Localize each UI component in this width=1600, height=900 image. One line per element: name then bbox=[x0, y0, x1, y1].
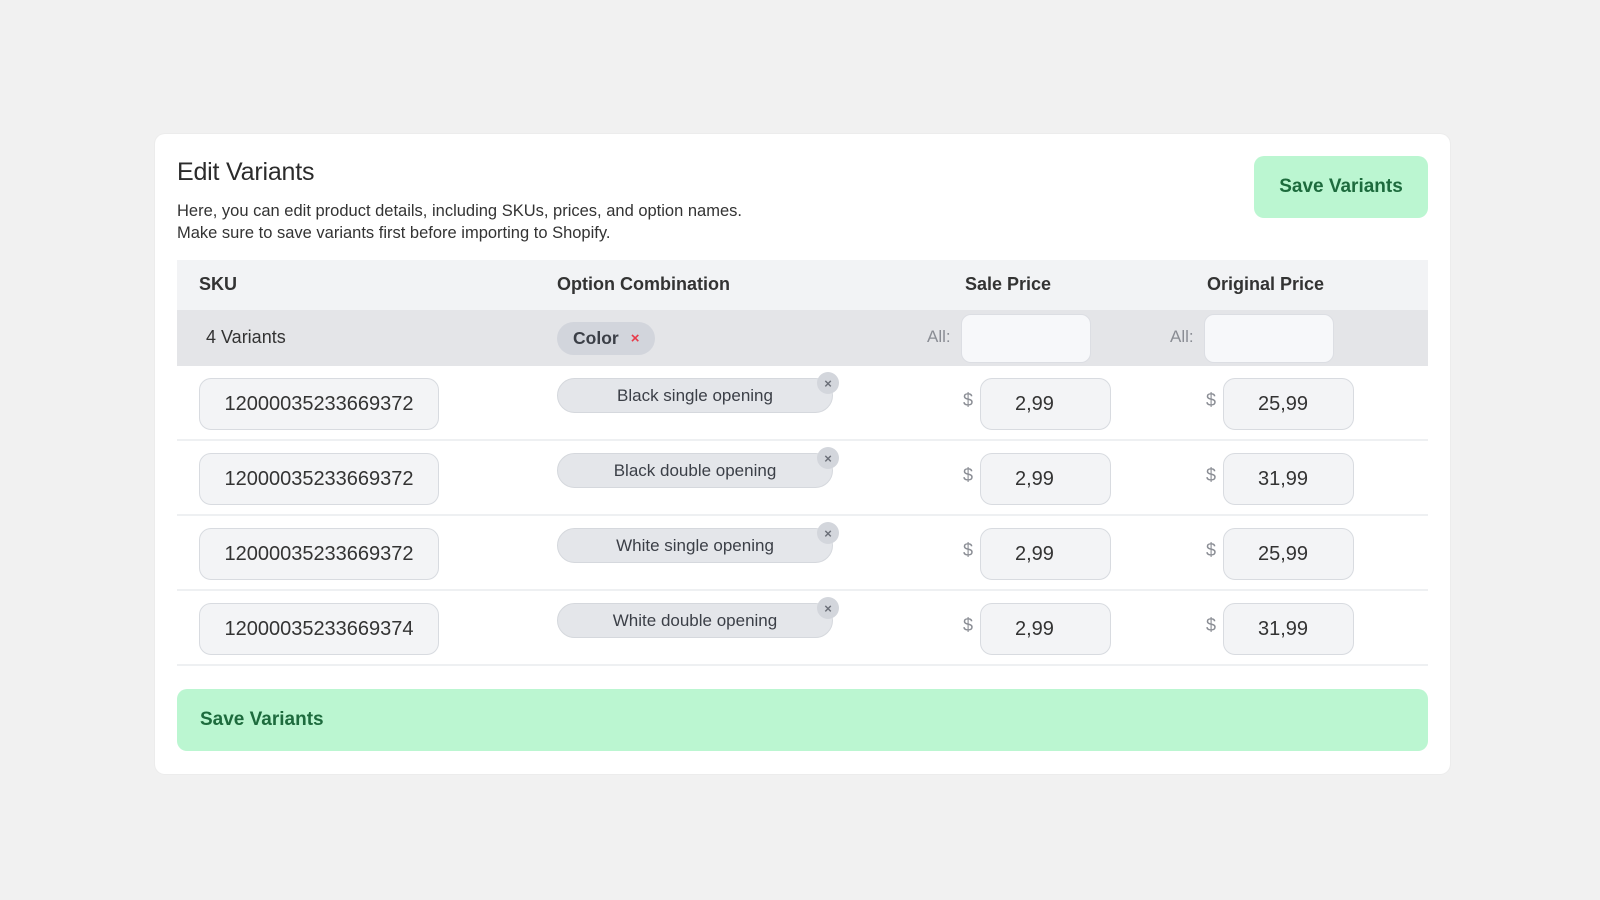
sale-price-all-input[interactable] bbox=[961, 314, 1091, 363]
dollar-icon: $ bbox=[963, 615, 974, 635]
option-chip-color: Color × bbox=[557, 322, 656, 355]
option-chip-label: Color bbox=[573, 328, 619, 348]
dollar-icon: $ bbox=[963, 390, 974, 410]
column-header-sale-price: Sale Price bbox=[965, 274, 1052, 294]
table-row: Black double opening × $ $ bbox=[177, 441, 1428, 516]
sale-price-input[interactable] bbox=[980, 603, 1111, 655]
variant-count: 4 Variants bbox=[206, 327, 286, 347]
sale-price-input[interactable] bbox=[980, 528, 1111, 580]
page-title: Edit Variants bbox=[177, 158, 315, 186]
card-header: Edit Variants Here, you can edit product… bbox=[177, 134, 1428, 260]
sku-input[interactable] bbox=[199, 453, 439, 505]
sale-price-input[interactable] bbox=[980, 453, 1111, 505]
dollar-icon: $ bbox=[1206, 540, 1217, 560]
page-description: Here, you can edit product details, incl… bbox=[177, 200, 742, 244]
variants-table: SKU Option Combination Sale Price Origin… bbox=[177, 260, 1428, 666]
option-label: White single opening bbox=[616, 535, 774, 555]
sku-input[interactable] bbox=[199, 378, 439, 430]
original-all-label: All: bbox=[1170, 327, 1194, 346]
table-header: SKU Option Combination Sale Price Origin… bbox=[177, 260, 1428, 310]
sku-input[interactable] bbox=[199, 528, 439, 580]
column-header-sku: SKU bbox=[199, 274, 238, 294]
description-line-2: Make sure to save variants first before … bbox=[177, 224, 611, 242]
remove-option-icon[interactable]: × bbox=[631, 330, 640, 347]
sale-price-input[interactable] bbox=[980, 378, 1111, 430]
original-price-input[interactable] bbox=[1223, 528, 1354, 580]
original-price-input[interactable] bbox=[1223, 453, 1354, 505]
remove-variant-icon[interactable]: × bbox=[817, 372, 839, 394]
option-pill[interactable]: White single opening × bbox=[557, 522, 839, 563]
dollar-icon: $ bbox=[1206, 465, 1217, 485]
option-pill[interactable]: Black double opening × bbox=[557, 447, 839, 488]
option-pill[interactable]: White double opening × bbox=[557, 597, 839, 638]
table-row: White single opening × $ $ bbox=[177, 516, 1428, 591]
description-line-1: Here, you can edit product details, incl… bbox=[177, 202, 742, 220]
original-price-input[interactable] bbox=[1223, 603, 1354, 655]
dollar-icon: $ bbox=[963, 465, 974, 485]
bulk-edit-row: 4 Variants Color × All: All: bbox=[177, 310, 1428, 366]
option-label: White double opening bbox=[612, 610, 778, 630]
edit-variants-card: Edit Variants Here, you can edit product… bbox=[155, 134, 1450, 774]
original-price-all-input[interactable] bbox=[1204, 314, 1334, 363]
dollar-icon: $ bbox=[1206, 615, 1217, 635]
table-row: Black single opening × $ $ bbox=[177, 366, 1428, 441]
dollar-icon: $ bbox=[963, 540, 974, 560]
sku-input[interactable] bbox=[199, 603, 439, 655]
remove-variant-icon[interactable]: × bbox=[817, 597, 839, 619]
save-variants-button-top[interactable]: Save Variants bbox=[1254, 156, 1428, 218]
option-label: Black single opening bbox=[617, 385, 773, 405]
option-label: Black double opening bbox=[613, 460, 777, 480]
column-header-option: Option Combination bbox=[557, 274, 730, 294]
original-price-input[interactable] bbox=[1223, 378, 1354, 430]
remove-variant-icon[interactable]: × bbox=[817, 447, 839, 469]
table-row: White double opening × $ $ bbox=[177, 591, 1428, 666]
remove-variant-icon[interactable]: × bbox=[817, 522, 839, 544]
save-variants-button-bottom[interactable]: Save Variants bbox=[177, 689, 1428, 751]
dollar-icon: $ bbox=[1206, 390, 1217, 410]
column-header-original-price: Original Price bbox=[1207, 274, 1325, 294]
option-pill[interactable]: Black single opening × bbox=[557, 372, 839, 413]
sale-all-label: All: bbox=[927, 327, 951, 346]
